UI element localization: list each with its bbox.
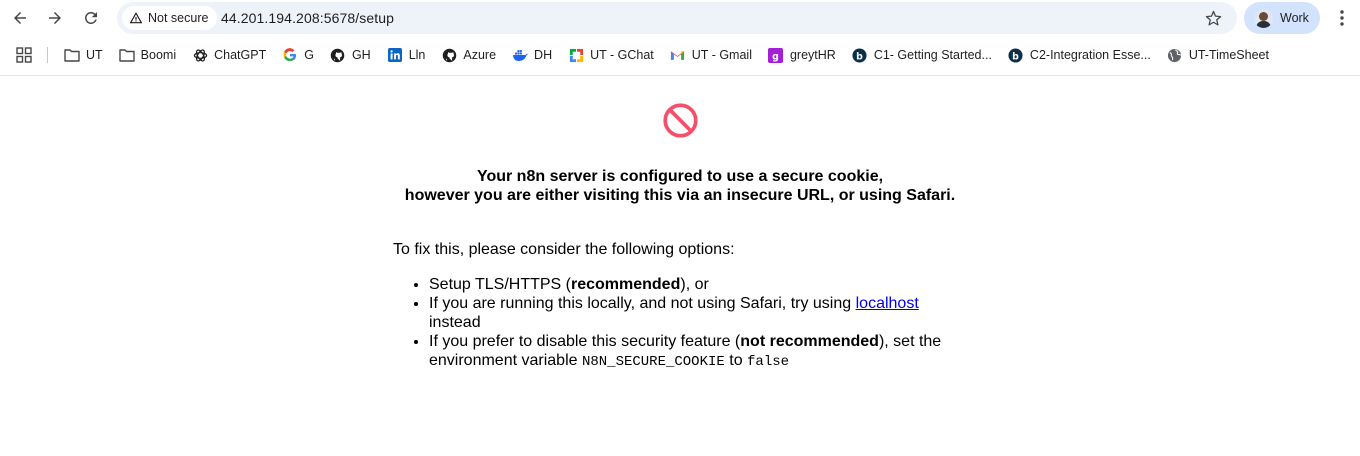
github-icon bbox=[441, 47, 457, 63]
bookmark-label: G bbox=[304, 48, 314, 62]
env-var-name: N8N_SECURE_COOKIE bbox=[581, 354, 725, 370]
bookmark-label: C2-Integration Esse... bbox=[1029, 48, 1151, 62]
security-label: Not secure bbox=[148, 11, 209, 25]
star-icon bbox=[1205, 10, 1221, 26]
bookmark-label: greytHR bbox=[789, 48, 836, 62]
not-recommended-label: not recommended bbox=[740, 333, 879, 350]
gchat-icon bbox=[568, 47, 584, 63]
back-button[interactable] bbox=[6, 4, 34, 32]
linkedin-icon bbox=[387, 47, 403, 63]
fix-options-list: Setup TLS/HTTPS (recommended), or If you… bbox=[429, 275, 969, 372]
bookmark-chatgpt[interactable]: ChatGPT bbox=[184, 41, 274, 69]
bookmark-ut-timesheet[interactable]: UT-TimeSheet bbox=[1159, 41, 1277, 69]
svg-text:b: b bbox=[856, 51, 863, 62]
bookmark-c2-integration[interactable]: b C2-Integration Esse... bbox=[1000, 41, 1159, 69]
arrow-left-icon bbox=[14, 12, 26, 24]
bookmark-star-button[interactable] bbox=[1203, 8, 1223, 28]
bookmark-label: Azure bbox=[463, 48, 497, 62]
apps-grid-icon bbox=[16, 47, 32, 63]
bookmarks-separator bbox=[47, 47, 48, 63]
greythr-icon: g bbox=[768, 47, 784, 63]
bookmark-c1-getting-started[interactable]: b C1- Getting Started... bbox=[844, 41, 1000, 69]
bookmark-ut-gchat[interactable]: UT - GChat bbox=[560, 41, 662, 69]
bookmark-label: UT-TimeSheet bbox=[1188, 48, 1269, 62]
bookmark-g[interactable]: G bbox=[274, 41, 322, 69]
forward-button[interactable] bbox=[41, 4, 69, 32]
profile-button[interactable]: Work bbox=[1244, 2, 1320, 34]
url-text[interactable]: 44.201.194.208:5678/setup bbox=[221, 10, 394, 26]
avatar bbox=[1254, 8, 1273, 28]
bookmark-gh[interactable]: GH bbox=[322, 41, 379, 69]
bookmark-label: UT bbox=[86, 48, 103, 62]
env-var-value: false bbox=[747, 354, 790, 370]
github-icon bbox=[330, 47, 346, 63]
globe-icon bbox=[1167, 47, 1183, 63]
bookmark-ut-gmail[interactable]: UT - Gmail bbox=[662, 41, 760, 69]
svg-text:g: g bbox=[773, 51, 780, 62]
bookmark-ut[interactable]: UT bbox=[56, 41, 111, 69]
address-bar[interactable]: Not secure 44.201.194.208:5678/setup bbox=[117, 2, 1237, 34]
option-localhost: If you are running this locally, and not… bbox=[429, 294, 969, 332]
recommended-label: recommended bbox=[570, 276, 681, 293]
warning-triangle-icon bbox=[129, 12, 143, 24]
bookmark-label: UT - Gmail bbox=[691, 48, 752, 62]
bookmark-lln[interactable]: Lln bbox=[379, 41, 434, 69]
option-tls: Setup TLS/HTTPS (recommended), or bbox=[429, 275, 969, 294]
headline-line-1: Your n8n server is configured to use a s… bbox=[476, 168, 884, 185]
folder-icon bbox=[118, 47, 135, 63]
bookmark-label: Lln bbox=[408, 48, 426, 62]
browser-toolbar: Not secure 44.201.194.208:5678/setup Wor… bbox=[0, 0, 1360, 36]
reload-icon bbox=[84, 11, 97, 24]
bookmark-label: Boomi bbox=[140, 48, 177, 62]
option-disable-secure-cookie: If you prefer to disable this security f… bbox=[429, 332, 969, 372]
boomi-b-icon: b bbox=[1008, 47, 1024, 63]
apps-button[interactable] bbox=[10, 41, 38, 69]
prohibited-icon bbox=[663, 103, 698, 138]
bookmark-label: DH bbox=[534, 48, 553, 62]
folder-icon bbox=[64, 47, 80, 63]
fix-intro-text: To fix this, please consider the followi… bbox=[393, 241, 735, 258]
gmail-icon bbox=[670, 47, 686, 63]
boomi-b-icon: b bbox=[852, 47, 868, 63]
bookmark-label: UT - GChat bbox=[590, 48, 654, 62]
page-content: Your n8n server is configured to use a s… bbox=[0, 76, 1360, 456]
bookmark-label: ChatGPT bbox=[214, 48, 267, 62]
bookmark-label: GH bbox=[351, 48, 371, 62]
browser-menu-button[interactable] bbox=[1330, 4, 1354, 32]
svg-text:b: b bbox=[1013, 51, 1020, 62]
chatgpt-icon bbox=[192, 47, 208, 63]
arrow-right-icon bbox=[49, 12, 61, 24]
headline-line-2: however you are either visiting this via… bbox=[404, 187, 956, 204]
google-icon bbox=[282, 47, 298, 63]
localhost-link[interactable]: localhost bbox=[856, 295, 919, 312]
security-chip[interactable]: Not secure bbox=[122, 6, 218, 30]
bookmark-dh[interactable]: DH bbox=[504, 41, 560, 69]
bookmark-boomi[interactable]: Boomi bbox=[111, 41, 184, 69]
bookmark-greythr[interactable]: g greytHR bbox=[760, 41, 844, 69]
bookmark-label: C1- Getting Started... bbox=[873, 48, 992, 62]
bookmark-azure[interactable]: Azure bbox=[433, 41, 504, 69]
kebab-menu-icon bbox=[1340, 10, 1344, 26]
error-headline: Your n8n server is configured to use a s… bbox=[380, 167, 980, 205]
bookmarks-bar: UT Boomi ChatGPT G GH Lln Azure DH UT - … bbox=[0, 40, 1360, 70]
reload-button[interactable] bbox=[77, 4, 105, 32]
profile-label: Work bbox=[1280, 11, 1309, 25]
docker-icon bbox=[512, 47, 528, 63]
